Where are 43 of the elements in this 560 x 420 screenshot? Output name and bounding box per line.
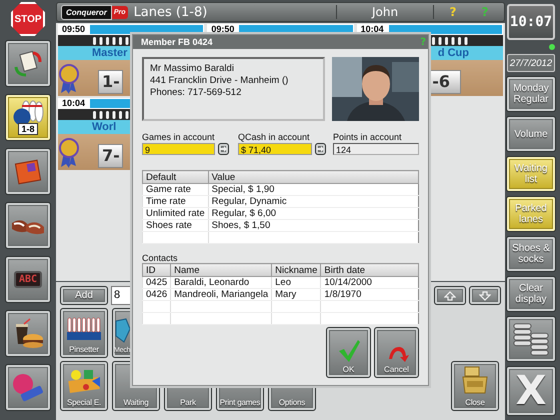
lane-time: 09:50 [58,24,90,35]
column-header: Name [170,264,272,276]
column-header: Nickname [272,264,321,276]
date-display: 27/7/2012 [507,54,555,72]
user-name: John [336,5,434,19]
table-cell: Regular, Dynamic [208,196,418,208]
table-cell: Shoes, $ 1,50 [208,220,418,232]
column-header: Default [142,170,208,184]
table-cell: Baraldi, Leonardo [170,276,272,288]
info-line: Phones: 717-569-512 [150,87,242,98]
table-cell: 10/14/2000 [320,276,418,288]
table-cell: Game rate [142,184,208,196]
table-cell: Time rate [142,196,208,208]
lane-title: Worl [92,121,116,133]
table-cell: Special, $ 1,90 [208,184,418,196]
field-label: Games in account [142,132,216,142]
lane-number: 1- [98,70,123,94]
field-label: QCash in account [238,132,311,142]
lane-number: -6 [428,70,461,94]
logo: Conqueror [61,4,112,20]
lane-number: 7- [98,144,123,168]
info-line: Mr Massimo Baraldi [150,63,235,74]
table-cell: Regular, $ 6,00 [208,208,418,220]
section-label: Contacts [142,253,179,262]
table-cell: Mandreoli, Mariangela [170,288,272,300]
lane-time: 10:04 [58,98,90,109]
column-header: Value [208,170,418,184]
table-cell: 1/8/1970 [320,288,418,300]
table-cell: Mary [272,288,321,300]
dialog-title: Member FB 0424 [141,37,214,47]
screen-title: Lanes (1-8) [134,4,208,20]
table-cell: 0426 [142,288,171,300]
field-label: Points in account [333,132,403,142]
table-cell: Leo [272,276,321,288]
table-cell: 0425 [142,276,171,288]
column-header: Birth date [320,264,418,276]
table-cell: Unlimited rate [142,208,208,220]
column-header: ID [142,264,171,276]
table-cell: Shoes rate [142,220,208,232]
lane-title: Master [92,47,128,59]
clock-display: 10:07 [507,4,555,40]
lane-title: d Cup [438,47,469,59]
info-line: 441 Francklin Drive - Manheim () [150,75,290,86]
